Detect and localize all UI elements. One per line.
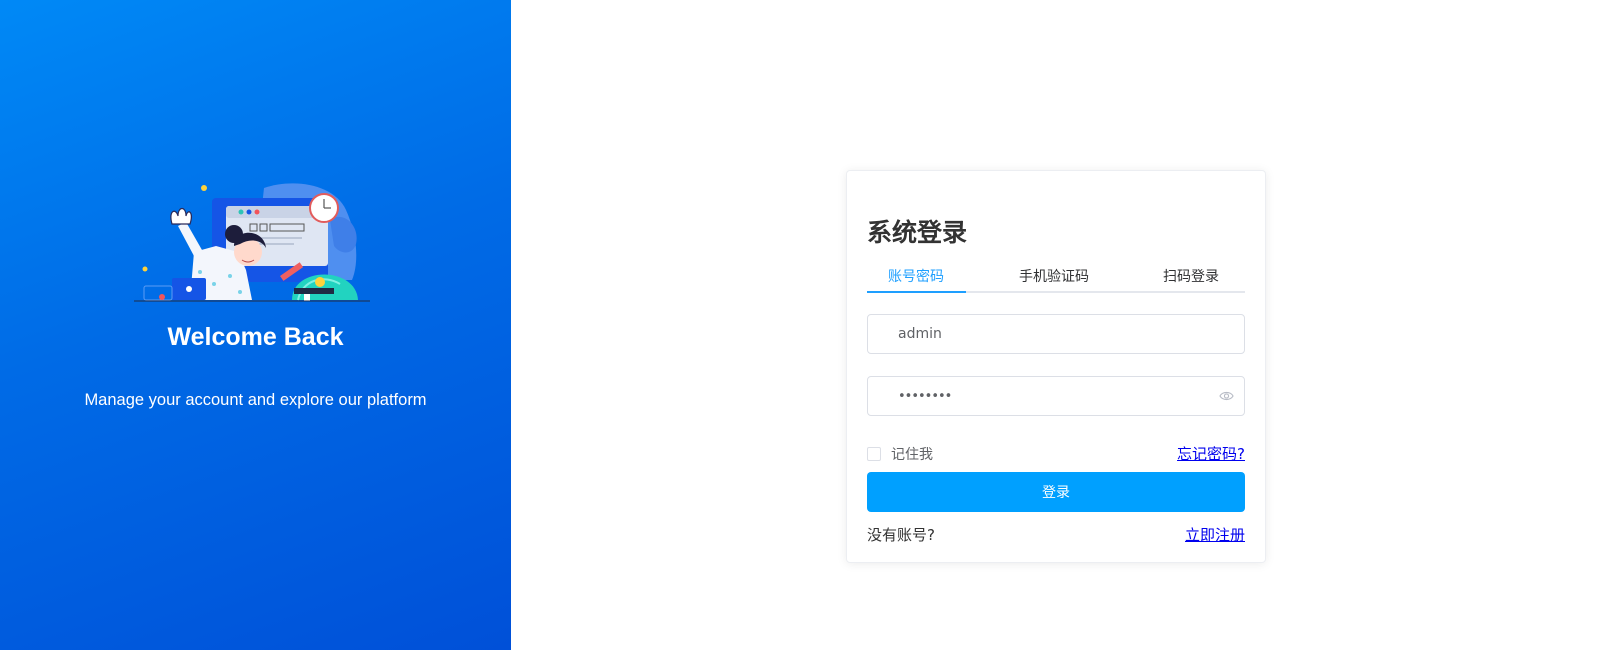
welcome-subtitle: Manage your account and explore our plat… (84, 391, 427, 409)
remember-me[interactable]: 记住我 (867, 445, 933, 463)
username-field[interactable] (867, 314, 1245, 354)
active-tab-indicator (867, 291, 966, 293)
person-waving-at-computer-illustration (134, 183, 370, 302)
register-link[interactable]: 立即注册 (1185, 524, 1245, 545)
remember-label: 记住我 (891, 447, 933, 463)
password-field[interactable] (867, 376, 1245, 416)
username-input[interactable] (898, 315, 1208, 353)
tab-account-password[interactable]: 账号密码 (888, 266, 944, 286)
login-card: 系统登录 账号密码 手机验证码 扫码登录 记住我 忘记密码? 登录 没有账号? … (846, 170, 1266, 563)
login-title: 系统登录 (867, 218, 968, 247)
no-account-text: 没有账号? (867, 526, 935, 544)
forgot-password-link[interactable]: 忘记密码? (1177, 443, 1245, 464)
hero-panel: Welcome Back Manage your account and exp… (0, 0, 511, 650)
remember-checkbox[interactable] (867, 447, 881, 461)
password-input[interactable] (898, 377, 1208, 415)
login-tabs: 账号密码 手机验证码 扫码登录 (867, 258, 1245, 293)
welcome-title: Welcome Back (167, 323, 344, 351)
eye-icon[interactable] (1219, 390, 1234, 402)
tab-qr-login[interactable]: 扫码登录 (1163, 266, 1219, 286)
login-button[interactable]: 登录 (867, 472, 1245, 512)
tab-phone-code[interactable]: 手机验证码 (1019, 266, 1089, 286)
